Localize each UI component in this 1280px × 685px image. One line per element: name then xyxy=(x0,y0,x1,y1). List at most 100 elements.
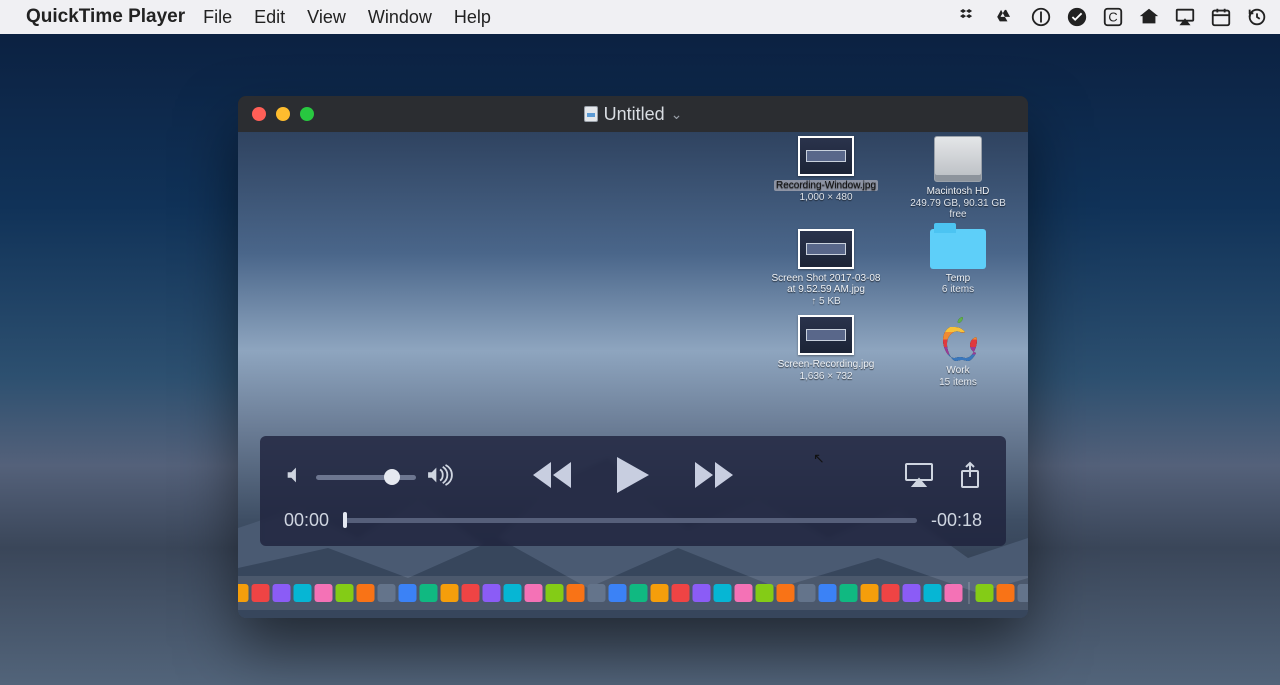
dock-item[interactable] xyxy=(861,584,879,602)
play-button[interactable] xyxy=(615,455,651,500)
progress-bar[interactable] xyxy=(343,518,917,523)
dropbox-icon[interactable] xyxy=(958,6,980,28)
dock-item[interactable] xyxy=(945,584,963,602)
dock-item[interactable] xyxy=(336,584,354,602)
google-drive-icon[interactable] xyxy=(994,6,1016,28)
desktop-icon[interactable]: Temp 6 items xyxy=(898,229,1018,308)
image-thumb-icon xyxy=(798,229,854,269)
icon-sublabel: 1,000 × 480 xyxy=(799,192,852,204)
dock-item[interactable] xyxy=(238,584,249,602)
desktop-icon[interactable]: Screen-Recording.jpg 1,636 × 732 xyxy=(766,315,886,388)
dock-item[interactable] xyxy=(420,584,438,602)
icon-label: Temp xyxy=(946,273,970,285)
icon-label: Screen-Recording.jpg xyxy=(778,359,875,371)
dock-item[interactable] xyxy=(399,584,417,602)
icon-label: Work xyxy=(946,365,969,377)
close-button[interactable] xyxy=(252,107,266,121)
rewind-button[interactable] xyxy=(531,460,573,495)
dock-item[interactable] xyxy=(588,584,606,602)
dock-item[interactable] xyxy=(315,584,333,602)
icon-sublabel: 1,636 × 732 xyxy=(799,371,852,383)
menu-view[interactable]: View xyxy=(307,7,346,28)
dock-item[interactable] xyxy=(903,584,921,602)
dock-item[interactable] xyxy=(252,584,270,602)
menubar-tray: C xyxy=(958,6,1268,28)
image-thumb-icon xyxy=(798,315,854,355)
time-remaining: -00:18 xyxy=(931,510,982,531)
dock-item[interactable] xyxy=(819,584,837,602)
macos-menubar: QuickTime Player File Edit View Window H… xyxy=(0,0,1280,34)
one-password-icon[interactable] xyxy=(1030,6,1052,28)
desktop-icon[interactable]: Macintosh HD 249.79 GB, 90.31 GB free xyxy=(898,136,1018,221)
time-elapsed: 00:00 xyxy=(284,510,329,531)
icon-sublabel: 15 items xyxy=(939,377,977,389)
desktop-icon[interactable]: Work 15 items xyxy=(898,315,1018,388)
dock-item[interactable] xyxy=(976,584,994,602)
desktop-icon[interactable]: Screen Shot 2017-03-08 at 9.52.59 AM.jpg… xyxy=(766,229,886,308)
document-icon xyxy=(584,106,598,122)
dock-item[interactable] xyxy=(378,584,396,602)
desktop-icon[interactable]: Recording-Window.jpg 1,000 × 480 xyxy=(766,136,886,221)
desktop-icons-grid: Recording-Window.jpg 1,000 × 480 Macinto… xyxy=(766,136,1018,388)
progress-head[interactable] xyxy=(343,512,347,528)
apple-rainbow-icon xyxy=(938,315,978,361)
dock-item[interactable] xyxy=(924,584,942,602)
minimize-button[interactable] xyxy=(276,107,290,121)
caffeine-icon[interactable]: C xyxy=(1102,6,1124,28)
dock-item[interactable] xyxy=(273,584,291,602)
calendar-icon[interactable] xyxy=(1210,6,1232,28)
dock-item[interactable] xyxy=(798,584,816,602)
dock-item[interactable] xyxy=(777,584,795,602)
zoom-button[interactable] xyxy=(300,107,314,121)
menu-window[interactable]: Window xyxy=(368,7,432,28)
dock-item[interactable] xyxy=(441,584,459,602)
dock-item[interactable] xyxy=(651,584,669,602)
dock-item[interactable] xyxy=(630,584,648,602)
dock-item[interactable] xyxy=(756,584,774,602)
dock-item[interactable] xyxy=(840,584,858,602)
dock-item[interactable] xyxy=(693,584,711,602)
drive-icon xyxy=(934,136,982,182)
dock-item[interactable] xyxy=(997,584,1015,602)
dock-item[interactable] xyxy=(882,584,900,602)
dock-item[interactable] xyxy=(546,584,564,602)
folder-icon xyxy=(930,229,986,269)
playback-controls: 00:00 -00:18 xyxy=(260,436,1006,546)
window-title: Untitled xyxy=(604,104,665,125)
icon-label: Screen Shot 2017-03-08 at 9.52.59 AM.jpg xyxy=(771,273,881,296)
app-name[interactable]: QuickTime Player xyxy=(26,6,185,28)
time-machine-icon[interactable] xyxy=(1246,6,1268,28)
icon-sublabel: 249.79 GB, 90.31 GB free xyxy=(903,198,1013,221)
dock-item[interactable] xyxy=(1018,584,1029,602)
video-content: Recording-Window.jpg 1,000 × 480 Macinto… xyxy=(238,132,1028,618)
quicktime-window: Untitled ⌄ Recording-Window.jpg 1,000 × … xyxy=(238,96,1028,618)
window-titlebar[interactable]: Untitled ⌄ xyxy=(238,96,1028,132)
menu-edit[interactable]: Edit xyxy=(254,7,285,28)
image-thumb-icon xyxy=(798,136,854,176)
dock-item[interactable] xyxy=(483,584,501,602)
dock-item[interactable] xyxy=(525,584,543,602)
dock-item[interactable] xyxy=(567,584,585,602)
dock-item[interactable] xyxy=(714,584,732,602)
menu-file[interactable]: File xyxy=(203,7,232,28)
dock-separator xyxy=(969,582,970,604)
svg-text:C: C xyxy=(1108,10,1117,25)
icon-sublabel: ↑ 5 KB xyxy=(811,296,840,308)
dock-item[interactable] xyxy=(357,584,375,602)
dock-item[interactable] xyxy=(294,584,312,602)
macos-dock[interactable] xyxy=(238,576,1028,610)
dock-item[interactable] xyxy=(672,584,690,602)
sync-home-icon[interactable] xyxy=(1138,6,1160,28)
dock-item[interactable] xyxy=(462,584,480,602)
check-icon[interactable] xyxy=(1066,6,1088,28)
airplay-icon[interactable] xyxy=(1174,6,1196,28)
dock-item[interactable] xyxy=(504,584,522,602)
title-dropdown-icon[interactable]: ⌄ xyxy=(671,106,683,123)
dock-item[interactable] xyxy=(735,584,753,602)
cursor-icon: ↖ xyxy=(813,450,825,467)
dock-item[interactable] xyxy=(609,584,627,602)
menu-help[interactable]: Help xyxy=(454,7,491,28)
icon-sublabel: 6 items xyxy=(942,284,974,296)
fast-forward-button[interactable] xyxy=(693,460,735,495)
icon-label: Macintosh HD xyxy=(927,186,990,198)
